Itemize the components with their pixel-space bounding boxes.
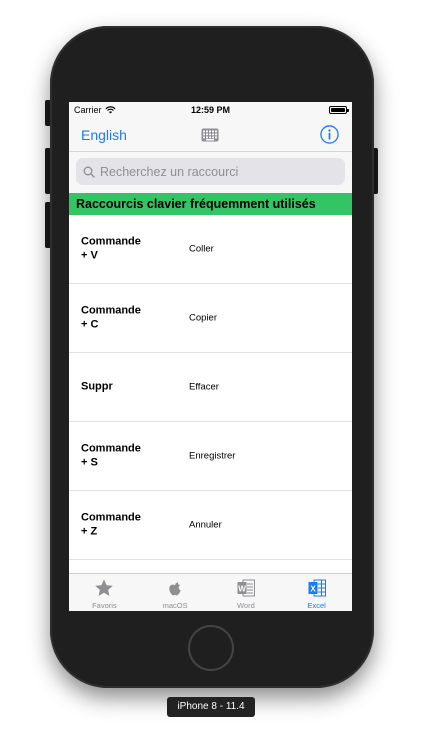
- shortcut-action: Effacer: [189, 381, 219, 393]
- shortcut-key: Suppr: [81, 380, 113, 393]
- tab-label: Excel: [307, 601, 326, 610]
- language-button[interactable]: English: [81, 127, 127, 143]
- shortcut-key: Commande + V: [81, 235, 141, 262]
- shortcut-key: Commande + C: [81, 304, 141, 331]
- list-item[interactable]: Commande + S Enregistrer: [69, 422, 352, 491]
- tab-bar: Favoris macOS W Word X Excel: [69, 573, 352, 611]
- search-icon: [83, 166, 95, 178]
- list-item[interactable]: Commande + C Copier: [69, 284, 352, 353]
- tab-excel[interactable]: X Excel: [281, 574, 352, 611]
- shortcut-key: Commande + S: [81, 442, 141, 469]
- info-icon[interactable]: [320, 125, 339, 144]
- search-input[interactable]: [100, 164, 330, 179]
- search-box[interactable]: [76, 158, 345, 185]
- excel-icon: X: [308, 579, 326, 597]
- status-time: 12:59 PM: [190, 105, 231, 115]
- word-icon: W: [237, 579, 255, 597]
- list-item[interactable]: Commande + Z Annuler: [69, 491, 352, 560]
- battery-icon: [329, 106, 349, 114]
- device-label: iPhone 8 - 11.4: [167, 697, 255, 717]
- shortcut-action: Enregistrer: [189, 450, 236, 462]
- search-bar: [69, 152, 352, 193]
- shortcut-key: Commande + Z: [81, 511, 141, 538]
- star-icon: [95, 579, 114, 596]
- shortcut-action: Copier: [189, 312, 217, 324]
- tab-favoris[interactable]: Favoris: [69, 574, 140, 611]
- tab-label: Word: [236, 601, 255, 610]
- apple-icon: [169, 582, 181, 596]
- app-screen: Carrier 12:59 PM English Recherchez un r…: [69, 102, 352, 611]
- tab-macos[interactable]: macOS: [140, 574, 211, 611]
- navigation-bar: English: [69, 119, 352, 152]
- shortcut-list: Commande + V Coller Commande + C Copier …: [69, 215, 352, 560]
- keyboard-icon[interactable]: [201, 128, 219, 142]
- tab-word[interactable]: W Word: [211, 574, 282, 611]
- tab-label: macOS: [162, 601, 188, 610]
- svg-text:W: W: [238, 584, 246, 593]
- section-header: Raccourcis clavier fréquemment utilisés: [69, 193, 352, 215]
- shortcut-action: Coller: [189, 243, 214, 255]
- list-item[interactable]: Commande + V Coller: [69, 215, 352, 284]
- shortcut-action: Annuler: [189, 519, 222, 531]
- list-item[interactable]: Suppr Effacer: [69, 353, 352, 422]
- home-button[interactable]: [188, 625, 234, 671]
- status-bar: Carrier 12:59 PM: [69, 102, 352, 119]
- tab-label: Favoris: [92, 601, 117, 610]
- svg-text:X: X: [310, 584, 316, 593]
